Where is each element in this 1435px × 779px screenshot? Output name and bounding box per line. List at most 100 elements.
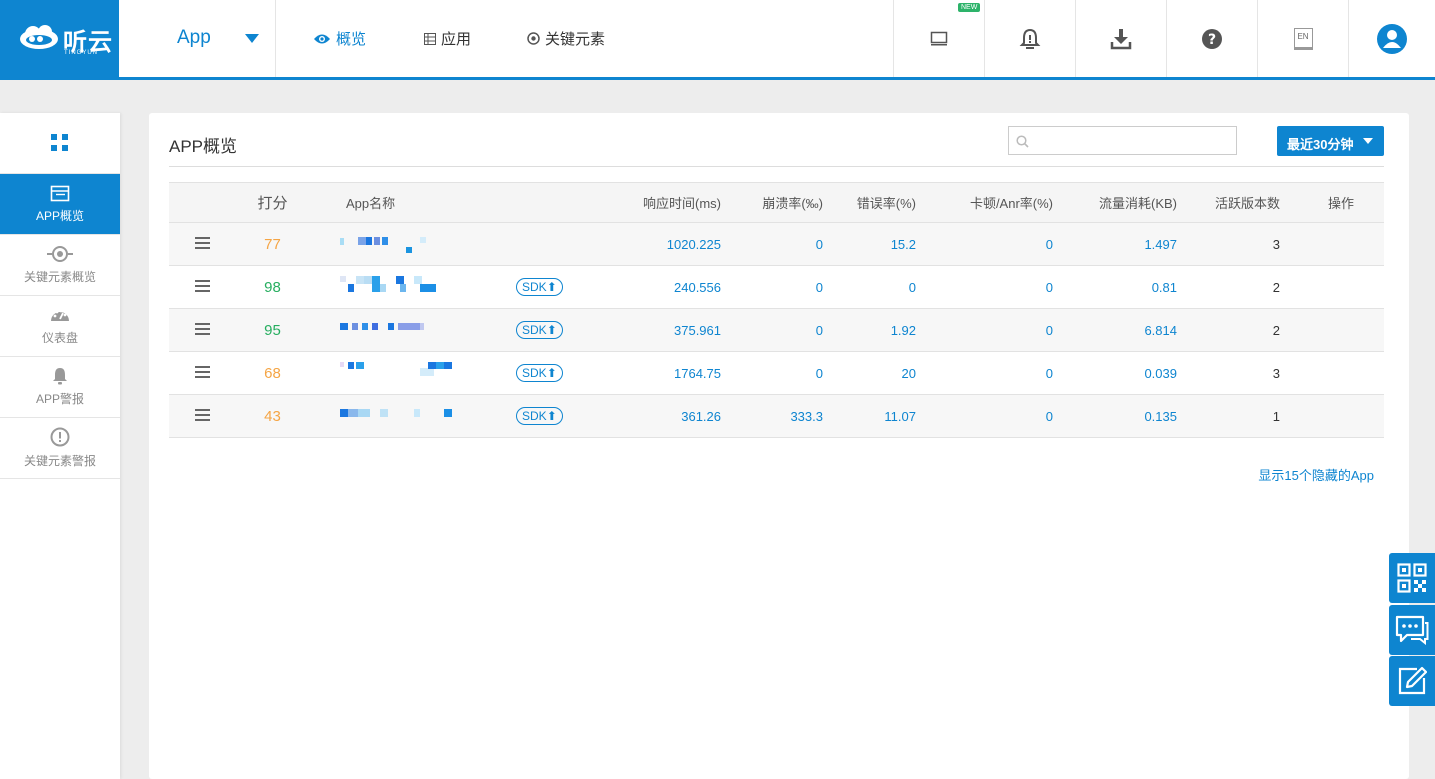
error-rate-cell[interactable]: 15.2 (823, 222, 916, 266)
col-app-name[interactable]: App名称 (310, 182, 516, 223)
grid-icon (51, 134, 68, 151)
app-name-cell[interactable] (310, 394, 516, 438)
col-traffic[interactable]: 流量消耗(KB) (1053, 182, 1177, 223)
traffic-cell[interactable]: 0.81 (1053, 265, 1177, 309)
app-type-selector[interactable]: App (119, 0, 276, 77)
app-table: 打分 App名称 响应时间(ms) 崩溃率(‰) 错误率(%) 卡顿/Anr率(… (169, 182, 1384, 438)
help-button[interactable]: ? (1166, 0, 1257, 77)
user-button[interactable] (1348, 0, 1435, 77)
hamburger-icon[interactable] (194, 277, 210, 295)
sdk-badge[interactable]: SDK⬆ (516, 407, 563, 425)
sdk-cell: SDK⬆ (516, 265, 636, 309)
row-menu-cell[interactable] (169, 394, 235, 438)
table-row[interactable]: 68 SDK⬆ 1764.75 0 20 0 0.039 3 (169, 351, 1384, 395)
row-menu-cell[interactable] (169, 265, 235, 309)
qrcode-button[interactable] (1389, 553, 1435, 603)
alarm-button[interactable] (984, 0, 1075, 77)
row-menu-cell[interactable] (169, 351, 235, 395)
nav-apps[interactable]: 应用 (424, 28, 471, 49)
col-response-time[interactable]: 响应时间(ms) (636, 182, 721, 223)
sidebar-item-key-element-alerts[interactable]: 关键元素警报 (0, 418, 120, 479)
col-error-rate[interactable]: 错误率(%) (823, 182, 916, 223)
actions-cell[interactable] (1280, 308, 1384, 352)
col-active-versions[interactable]: 活跃版本数 (1177, 182, 1280, 223)
response-time-cell[interactable]: 1764.75 (636, 351, 721, 395)
col-score[interactable]: 打分 (235, 182, 310, 223)
anr-rate-cell[interactable]: 0 (916, 222, 1053, 266)
language-button[interactable]: EN (1257, 0, 1348, 77)
active-versions-cell: 3 (1177, 351, 1280, 395)
response-time-cell[interactable]: 1020.225 (636, 222, 721, 266)
search-input[interactable] (1035, 130, 1231, 151)
sidebar-item-app-alerts[interactable]: APP警报 (0, 357, 120, 418)
feedback-button[interactable] (1389, 656, 1435, 706)
traffic-cell[interactable]: 0.135 (1053, 394, 1177, 438)
error-rate-cell[interactable]: 20 (823, 351, 916, 395)
traffic-cell[interactable]: 1.497 (1053, 222, 1177, 266)
table-row[interactable]: 43 SDK⬆ 361.26 333.3 11.07 0 0.135 1 (169, 394, 1384, 438)
crash-rate-cell[interactable]: 0 (721, 351, 823, 395)
col-crash-rate[interactable]: 崩溃率(‰) (721, 182, 823, 223)
crash-rate-cell[interactable]: 0 (721, 265, 823, 309)
app-name-cell[interactable] (310, 265, 516, 309)
hamburger-icon[interactable] (194, 406, 210, 424)
traffic-cell[interactable]: 6.814 (1053, 308, 1177, 352)
app-name-cell[interactable] (310, 308, 516, 352)
app-name-redacted[interactable] (340, 362, 452, 384)
app-name-redacted[interactable] (340, 233, 450, 255)
sdk-badge[interactable]: SDK⬆ (516, 321, 563, 339)
anr-rate-cell[interactable]: 0 (916, 265, 1053, 309)
hamburger-icon[interactable] (194, 320, 210, 338)
app-name-redacted[interactable] (340, 276, 450, 298)
sidebar-item-dashboard[interactable]: 仪表盘 (0, 296, 120, 357)
app-name-cell[interactable] (310, 222, 516, 266)
table-row[interactable]: 77 1020.225 0 15.2 0 1.497 3 (169, 222, 1384, 266)
sidebar-item-app-overview[interactable]: APP概览 (0, 174, 120, 235)
traffic-cell[interactable]: 0.039 (1053, 351, 1177, 395)
table-row[interactable]: 95 SDK⬆ 375.961 0 1.92 0 6.814 2 (169, 308, 1384, 352)
table-row[interactable]: 98 SDK⬆ 240.556 0 0 0 0.81 2 (169, 265, 1384, 309)
eye-icon (314, 34, 330, 43)
nav-key-elements[interactable]: 关键元素 (527, 28, 605, 49)
actions-cell[interactable] (1280, 394, 1384, 438)
anr-rate-cell[interactable]: 0 (916, 308, 1053, 352)
error-rate-cell[interactable]: 1.92 (823, 308, 916, 352)
app-name-cell[interactable] (310, 351, 516, 395)
app-name-redacted[interactable] (340, 405, 452, 427)
crash-rate-cell[interactable]: 0 (721, 222, 823, 266)
crash-rate-cell[interactable]: 0 (721, 308, 823, 352)
chat-button[interactable] (1389, 605, 1435, 655)
list-icon (424, 32, 436, 45)
search-box[interactable] (1008, 126, 1237, 155)
monitor-button[interactable]: NEW (893, 0, 984, 77)
error-rate-cell[interactable]: 0 (823, 265, 916, 309)
hamburger-icon[interactable] (194, 234, 210, 252)
download-button[interactable] (1075, 0, 1166, 77)
row-menu-cell[interactable] (169, 308, 235, 352)
nav-overview[interactable]: 概览 (313, 28, 366, 49)
error-rate-cell[interactable]: 11.07 (823, 394, 916, 438)
sdk-cell: SDK⬆ (516, 394, 636, 438)
col-anr-rate[interactable]: 卡顿/Anr率(%) (916, 182, 1053, 223)
actions-cell[interactable] (1280, 351, 1384, 395)
anr-rate-cell[interactable]: 0 (916, 351, 1053, 395)
brand-logo[interactable]: 听云 TINGYUN (0, 0, 119, 80)
response-time-cell[interactable]: 375.961 (636, 308, 721, 352)
app-name-redacted[interactable] (340, 319, 450, 341)
sdk-cell: SDK⬆ (516, 351, 636, 395)
hamburger-icon[interactable] (194, 363, 210, 381)
sdk-badge[interactable]: SDK⬆ (516, 278, 563, 296)
show-hidden-apps-link[interactable]: 显示15个隐藏的App (1258, 465, 1374, 484)
response-time-cell[interactable]: 240.556 (636, 265, 721, 309)
crash-rate-cell[interactable]: 333.3 (721, 394, 823, 438)
sdk-badge-label: SDK (522, 323, 547, 337)
sidebar-menu-toggle[interactable] (0, 113, 120, 174)
actions-cell[interactable] (1280, 265, 1384, 309)
anr-rate-cell[interactable]: 0 (916, 394, 1053, 438)
row-menu-cell[interactable] (169, 222, 235, 266)
sdk-badge[interactable]: SDK⬆ (516, 364, 563, 382)
response-time-cell[interactable]: 361.26 (636, 394, 721, 438)
actions-cell[interactable] (1280, 222, 1384, 266)
sidebar-item-key-elements-overview[interactable]: 关键元素概览 (0, 235, 120, 296)
time-range-dropdown[interactable]: 最近30分钟 (1277, 126, 1384, 156)
